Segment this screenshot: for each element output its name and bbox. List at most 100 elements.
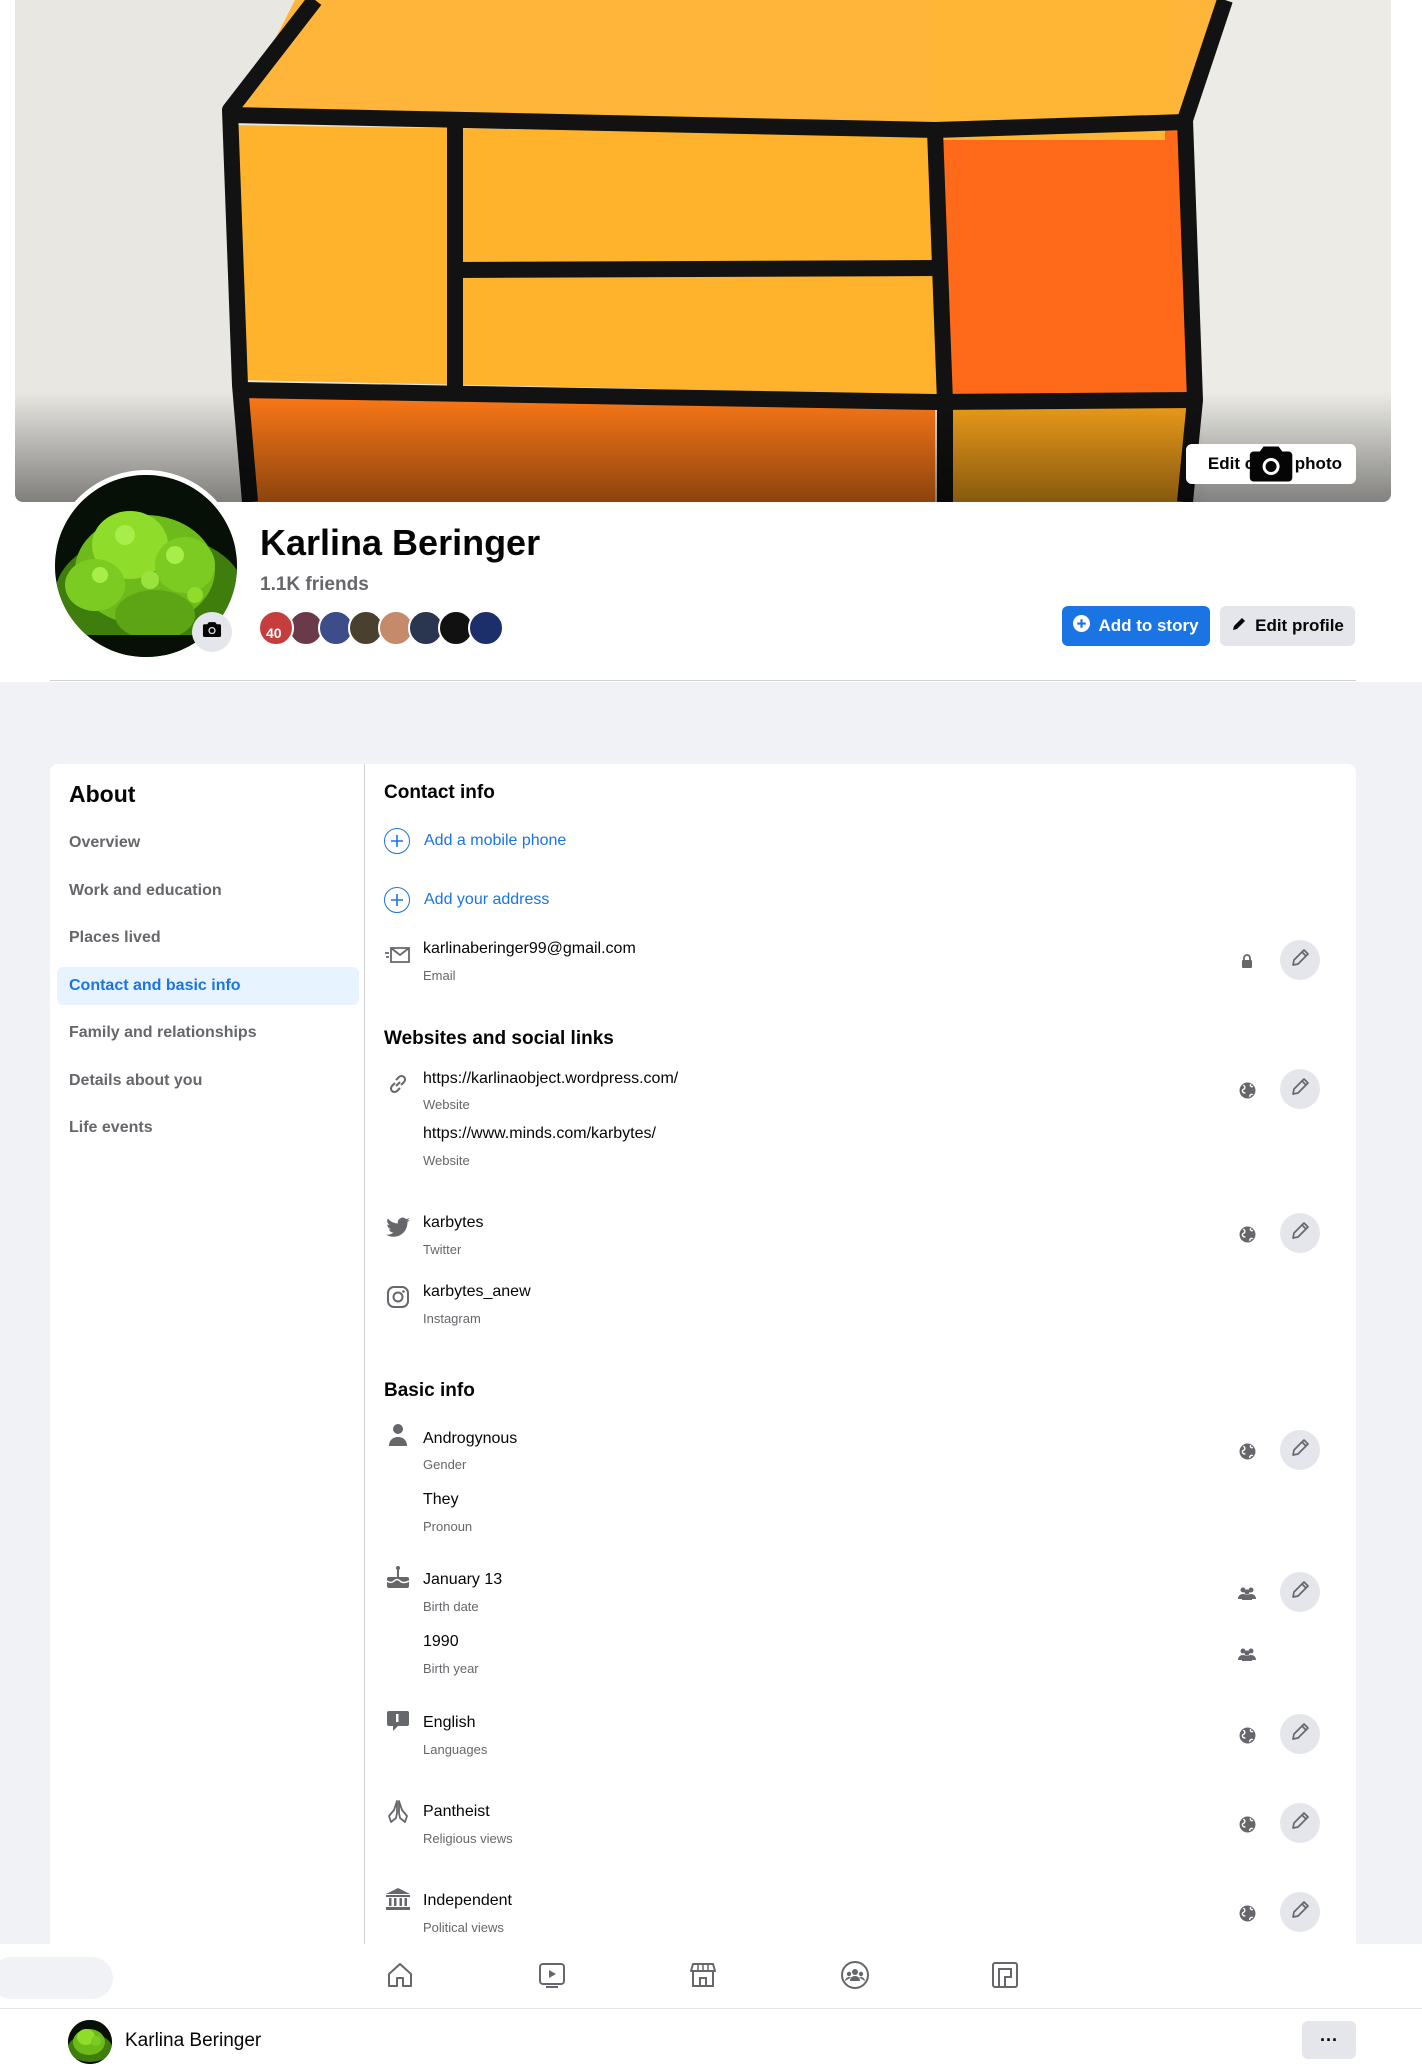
- tab-watch[interactable]: [535, 1960, 569, 1994]
- political-views-label: Political views: [423, 1920, 504, 1935]
- gender-label: Gender: [423, 1457, 467, 1472]
- pronoun-label: Pronoun: [423, 1519, 473, 1534]
- edit-profile-label: Edit profile: [1255, 616, 1344, 635]
- friend-avatar[interactable]: 40: [258, 610, 294, 646]
- edit-cover-photo-button[interactable]: Edit cover photo: [1185, 444, 1356, 484]
- more-options-button[interactable]: ···: [1302, 2021, 1356, 2059]
- add-to-story-button[interactable]: Add to story: [1062, 606, 1210, 646]
- globe-icon[interactable]: [1237, 1441, 1257, 1461]
- add-address-link[interactable]: Add your address: [384, 887, 549, 913]
- edit-languages-button[interactable]: [1280, 1714, 1320, 1754]
- tab-marketplace[interactable]: [686, 1960, 720, 1994]
- website-label: Website: [423, 1153, 470, 1168]
- marketplace-icon: [689, 1961, 717, 1994]
- nav-work-and-education[interactable]: Work and education: [57, 872, 359, 910]
- sticky-profile-name: Karlina Beringer: [125, 2030, 262, 2051]
- edit-social-links-button[interactable]: [1280, 1213, 1320, 1253]
- more-icon: ···: [1320, 2029, 1338, 2050]
- languages-label: Languages: [423, 1742, 488, 1757]
- about-title: About: [69, 781, 136, 807]
- globe-icon[interactable]: [1237, 1224, 1257, 1244]
- tab-groups[interactable]: [838, 1960, 872, 1994]
- pencil-icon: [1289, 1437, 1311, 1464]
- profile-header: Edit cover photo: [0, 0, 1422, 682]
- friend-avatars: 40: [258, 610, 504, 646]
- religious-views-label: Religious views: [423, 1831, 513, 1846]
- link-icon: [384, 1070, 412, 1098]
- avatar[interactable]: [68, 2020, 112, 2064]
- plus-circle-icon: [1073, 615, 1091, 637]
- globe-icon[interactable]: [1237, 1080, 1257, 1100]
- basic-info-title: Basic info: [384, 1380, 475, 1401]
- globe-icon[interactable]: [1237, 1814, 1257, 1834]
- pencil-icon: [1289, 1721, 1311, 1748]
- twitter-icon: [384, 1214, 412, 1242]
- gaming-icon: [991, 1961, 1019, 1994]
- profile-picture[interactable]: [50, 470, 242, 662]
- edit-gender-button[interactable]: [1280, 1430, 1320, 1470]
- globe-icon[interactable]: [1237, 1725, 1257, 1745]
- add-mobile-phone-label: Add a mobile phone: [424, 832, 567, 849]
- pencil-icon: [1289, 947, 1311, 974]
- languages-value: English: [423, 1714, 476, 1731]
- tab-home[interactable]: [383, 1960, 417, 1994]
- tab-gaming[interactable]: [988, 1960, 1022, 1994]
- friend-avatar[interactable]: [468, 610, 504, 646]
- email-value: karlinaberinger99@gmail.com: [423, 940, 636, 957]
- pronoun-value: They: [423, 1491, 459, 1508]
- add-mobile-phone-link[interactable]: Add a mobile phone: [384, 828, 566, 854]
- edit-birth-date-button[interactable]: [1280, 1572, 1320, 1612]
- twitter-label: Twitter: [423, 1242, 462, 1257]
- website-value[interactable]: https://karlinaobject.wordpress.com/: [423, 1070, 678, 1088]
- lock-icon[interactable]: [1237, 951, 1257, 971]
- search-input[interactable]: [0, 1957, 113, 1999]
- edit-political-views-button[interactable]: [1280, 1892, 1320, 1932]
- pencil-icon: [1231, 616, 1247, 637]
- pencil-icon: [1289, 1899, 1311, 1926]
- friends-icon[interactable]: [1237, 1583, 1257, 1603]
- pencil-icon: [1289, 1220, 1311, 1247]
- cover-photo[interactable]: Edit cover photo: [15, 0, 1391, 502]
- about-content: Contact info Add a mobile phone Add your…: [366, 764, 1356, 1944]
- nav-overview[interactable]: Overview: [57, 824, 359, 862]
- camera-icon: [202, 621, 222, 643]
- bottom-navigation: [0, 1944, 1422, 2008]
- edit-profile-button[interactable]: Edit profile: [1220, 606, 1355, 646]
- nav-life-events[interactable]: Life events: [57, 1109, 359, 1147]
- nav-details-about-you[interactable]: Details about you: [57, 1062, 359, 1100]
- gender-value: Androgynous: [423, 1430, 518, 1447]
- pencil-icon: [1289, 1076, 1311, 1103]
- groups-icon: [840, 1960, 870, 1995]
- instagram-value[interactable]: karbytes_anew: [423, 1283, 531, 1301]
- edit-email-button[interactable]: [1280, 940, 1320, 980]
- nav-places-lived[interactable]: Places lived: [57, 919, 359, 957]
- about-nav: About Overview Work and education Places…: [50, 764, 365, 1944]
- plus-circle-icon: [384, 828, 410, 854]
- globe-icon[interactable]: [1237, 1903, 1257, 1923]
- friends-count-link[interactable]: 1.1K friends: [260, 574, 369, 596]
- update-profile-picture-button[interactable]: [192, 612, 232, 652]
- political-views-value: Independent: [423, 1892, 512, 1909]
- pencil-icon: [1289, 1810, 1311, 1837]
- sticky-profile-bar: Karlina Beringer ···: [0, 2008, 1422, 2067]
- birth-year-label: Birth year: [423, 1661, 479, 1676]
- nav-contact-and-basic-info[interactable]: Contact and basic info: [57, 967, 359, 1005]
- profile-name: Karlina Beringer: [260, 522, 541, 563]
- video-icon: [538, 1962, 566, 1993]
- plus-circle-icon: [384, 887, 410, 913]
- header-divider: [50, 680, 1356, 681]
- nav-family-and-relationships[interactable]: Family and relationships: [57, 1014, 359, 1052]
- edit-religious-views-button[interactable]: [1280, 1803, 1320, 1843]
- cover-gradient: [15, 392, 1391, 502]
- edit-websites-button[interactable]: [1280, 1069, 1320, 1109]
- birth-date-value: January 13: [423, 1571, 503, 1588]
- twitter-value[interactable]: karbytes: [423, 1214, 483, 1232]
- friends-icon[interactable]: [1237, 1644, 1257, 1664]
- envelope-icon: [384, 941, 412, 969]
- add-address-label: Add your address: [424, 891, 550, 908]
- praying-hands-icon: [384, 1797, 412, 1825]
- speech-bubble-icon: [384, 1707, 412, 1735]
- website-value[interactable]: https://www.minds.com/karbytes/: [423, 1125, 656, 1143]
- about-card: About Overview Work and education Places…: [50, 764, 1356, 1944]
- friend-avatar-number: 40: [266, 625, 282, 641]
